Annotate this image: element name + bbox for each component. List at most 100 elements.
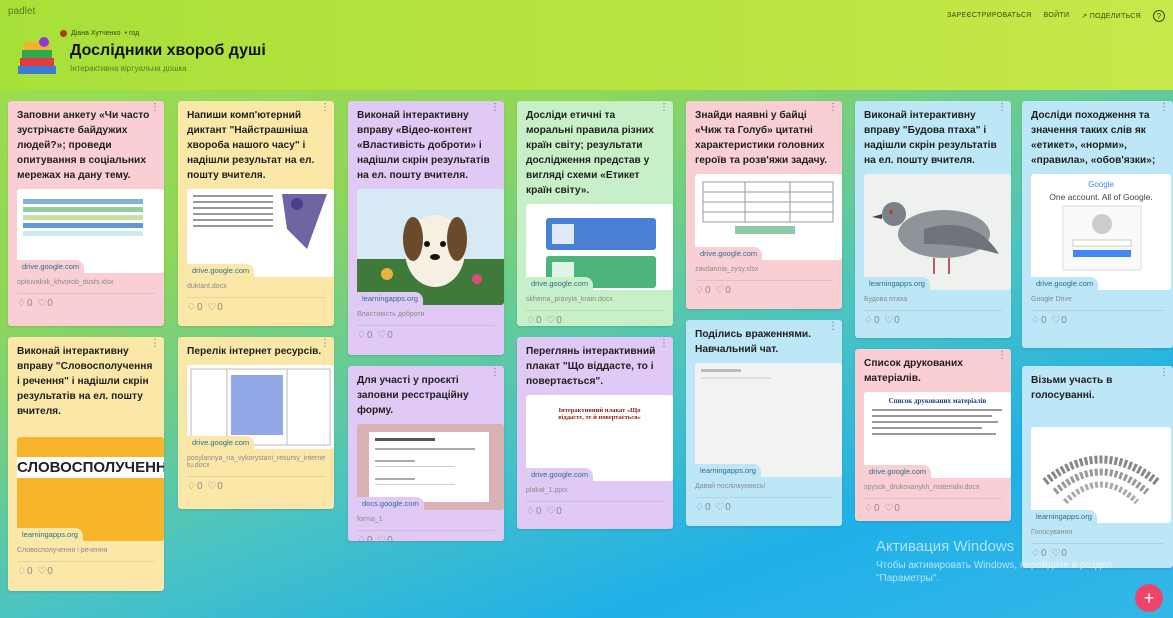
attachment-preview[interactable]: Список друкованих матеріалів drive.googl… [864, 392, 1011, 478]
attachment-preview[interactable]: drive.google.com [526, 204, 673, 290]
post-text: Візьми участь в голосуванні. [1031, 375, 1113, 401]
post-card[interactable]: ⋮ Заповни анкету «Чи часто зустрічаєте б… [8, 101, 164, 326]
brand-logo[interactable]: padlet [8, 6, 35, 17]
attachment-domain[interactable]: learningapps.org [357, 292, 423, 305]
reactions[interactable]: ♢0 ♡0 [178, 477, 334, 498]
post-card[interactable]: ⋮ Для участі у проєкті заповни ресстраці… [348, 366, 504, 541]
avatar[interactable] [60, 30, 67, 37]
post-card[interactable]: ⋮ Переглянь інтерактивний плакат "Що від… [517, 337, 673, 529]
attachment-preview[interactable]: СЛОВОСПОЛУЧЕННЯ learningapps.org [17, 437, 164, 541]
attachment-filename: plakat_1.pptx [526, 487, 568, 494]
post-text: Виконай інтерактивну вправу "Будова птах… [864, 110, 997, 166]
attachment-preview[interactable]: docs.google.com [357, 424, 504, 510]
attachment-domain[interactable]: learningapps.org [17, 528, 83, 541]
attachment-preview[interactable]: drive.google.com [695, 174, 842, 260]
post-card[interactable]: ⋮ Список друкованих матеріалів. Список д… [855, 349, 1011, 521]
more-icon[interactable]: ⋮ [320, 103, 330, 113]
attachment-domain[interactable]: drive.google.com [187, 436, 255, 449]
more-icon[interactable]: ⋮ [490, 368, 500, 378]
more-icon[interactable]: ⋮ [828, 103, 838, 113]
signup-link[interactable]: ЗАРЕЄСТРИРОВАТЬСЯ [947, 12, 1032, 22]
post-card[interactable]: ⋮ Досліди етичні та моральні правила різ… [517, 101, 673, 326]
attachment-filename: Будова птаха [864, 296, 908, 303]
attachment-preview[interactable]: learningapps.org [1031, 427, 1171, 523]
share-link[interactable]: ↗ ПОДЕЛИТЬСЯ [1081, 12, 1141, 22]
post-card[interactable]: ⋮ Виконай інтерактивну вправу «Відео-кон… [348, 101, 504, 355]
attachment-preview[interactable]: learningapps.org [864, 174, 1011, 290]
image-caption: Інтерактивний плакат «Що віддасте, те й … [558, 407, 641, 421]
header-bar: padlet ЗАРЕЄСТРИРОВАТЬСЯ ВОЙТИ ↗ ПОДЕЛИТ… [0, 0, 1173, 90]
more-icon[interactable]: ⋮ [150, 339, 160, 349]
attachment-preview[interactable]: Інтерактивний плакат «Що віддасте, те й … [526, 395, 673, 481]
attachment-domain[interactable]: learningapps.org [864, 277, 930, 290]
reactions[interactable]: ♢0 ♡0 [348, 531, 504, 541]
post-card[interactable]: ⋮ Перелік інтернет ресурсів. drive.googl… [178, 337, 334, 509]
attachment-preview[interactable]: drive.google.com [17, 189, 164, 273]
login-link[interactable]: ВОЙТИ [1044, 12, 1070, 22]
more-icon[interactable]: ⋮ [997, 103, 1007, 113]
more-icon[interactable]: ⋮ [1159, 103, 1169, 113]
reactions[interactable]: ♢0 ♡0 [517, 311, 673, 326]
more-icon[interactable]: ⋮ [828, 322, 838, 332]
page-subtitle: Інтерактивна віртуальна дошка [70, 64, 187, 73]
author-name[interactable]: Діана Хутченко [71, 30, 121, 37]
more-icon[interactable]: ⋮ [659, 339, 669, 349]
reactions[interactable]: ♢0 ♡0 [348, 326, 504, 347]
reactions[interactable]: ♢0 ♡0 [517, 502, 673, 523]
pigeon-image [872, 202, 999, 274]
voting-thumbnail [1042, 455, 1160, 505]
more-icon[interactable]: ⋮ [997, 351, 1007, 361]
attachment-domain[interactable]: drive.google.com [695, 247, 763, 260]
document-thumbnail [872, 409, 1002, 435]
reactions[interactable]: ♢0 ♡0 [686, 498, 842, 519]
image-caption: One account. All of Google. [1049, 192, 1153, 202]
more-icon[interactable]: ⋮ [659, 103, 669, 113]
add-post-button[interactable]: + [1135, 584, 1163, 612]
reactions[interactable]: ♢0 ♡0 [8, 562, 164, 583]
attachment-preview[interactable]: drive.google.com [187, 365, 334, 449]
attachment-domain[interactable]: learningapps.org [1031, 510, 1097, 523]
attachment-domain[interactable]: learningapps.org [695, 464, 761, 477]
attachment-domain[interactable]: drive.google.com [526, 277, 594, 290]
reactions[interactable]: ♢0 ♡0 [686, 281, 842, 302]
reactions[interactable]: ♢0 ♡0 [8, 294, 164, 315]
attachment-filename: duktant.docx [187, 283, 227, 290]
attachment-domain[interactable]: drive.google.com [1031, 277, 1099, 290]
attachment-domain[interactable]: drive.google.com [187, 264, 255, 277]
post-card[interactable]: ⋮ Поділись враженнями. Навчальний чат. l… [686, 320, 842, 526]
attachment-domain[interactable]: docs.google.com [357, 497, 424, 510]
attachment-filename: posylannya_na_vykorystani_resursy_intern… [187, 455, 326, 469]
post-card[interactable]: ⋮ Знайди наявні у байці «Чиж та Голуб» ц… [686, 101, 842, 309]
post-card[interactable]: ⋮ Виконай інтерактивну вправу "Словоспол… [8, 337, 164, 591]
post-card[interactable]: ⋮ Напиши комп'ютерний диктант "Найстрашн… [178, 101, 334, 326]
books-icon [18, 37, 56, 74]
more-icon[interactable]: ⋮ [490, 103, 500, 113]
attachment-filename: Google Drive [1031, 296, 1072, 303]
more-icon[interactable]: ⋮ [150, 103, 160, 113]
attachment-preview[interactable]: learningapps.org [357, 189, 504, 305]
post-text: Досліди етичні та моральні правила різни… [526, 110, 654, 196]
signin-thumbnail [1062, 205, 1142, 271]
more-icon[interactable]: ⋮ [1159, 368, 1169, 378]
google-logo: Google [1088, 180, 1114, 189]
page-title: Дослідники хвороб душі [70, 42, 266, 59]
reactions[interactable]: ♢0 ♡0 [855, 499, 1011, 520]
windows-activation-watermark: Активация Windows Чтобы активировать Win… [876, 538, 1156, 585]
post-card[interactable]: ⋮ Виконай інтерактивну вправу "Будова пт… [855, 101, 1011, 338]
attachment-filename: zavdannia_zysy.xlsx [695, 266, 759, 273]
reactions[interactable]: ♢0 ♡0 [855, 311, 1011, 332]
post-card[interactable]: ⋮ Досліди походження та значення таких с… [1022, 101, 1173, 348]
attachment-preview[interactable]: Google One account. All of Google. drive… [1031, 174, 1171, 290]
help-icon[interactable]: ? [1153, 10, 1165, 22]
post-text: Заповни анкету «Чи часто зустрічаєте бай… [17, 110, 150, 181]
reactions[interactable]: ♢0 ♡0 [178, 298, 334, 319]
attachment-domain[interactable]: drive.google.com [526, 468, 594, 481]
attachment-preview[interactable]: drive.google.com [187, 189, 334, 277]
chat-thumbnail [701, 369, 771, 379]
attachment-domain[interactable]: drive.google.com [17, 260, 85, 273]
more-icon[interactable]: ⋮ [320, 339, 330, 349]
attachment-preview[interactable]: learningapps.org [695, 363, 842, 477]
reactions[interactable]: ♢0 ♡0 [1022, 311, 1173, 332]
image-caption: Список друкованих матеріалів [888, 397, 987, 405]
attachment-domain[interactable]: drive.google.com [864, 465, 932, 478]
